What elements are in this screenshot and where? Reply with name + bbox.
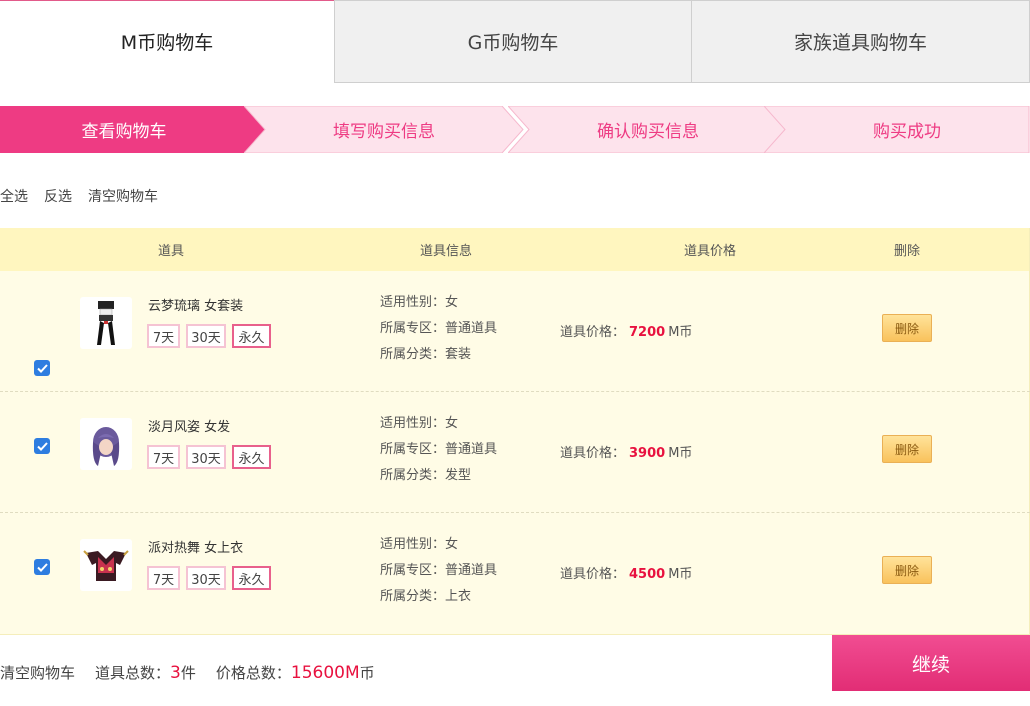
duration-options: 7天 30天 永久 <box>147 324 271 348</box>
price-value: 7200 <box>629 325 666 340</box>
check-icon <box>36 562 48 572</box>
tab-g-coin-cart[interactable]: G币购物车 <box>334 0 691 83</box>
header-item: 道具 <box>157 244 184 259</box>
duration-permanent[interactable]: 永久 <box>232 566 271 590</box>
duration-7-days[interactable]: 7天 <box>147 566 180 590</box>
duration-7-days[interactable]: 7天 <box>147 445 180 469</box>
table-row: 淡月风姿 女发 7天 30天 永久 适用性别：女 所属专区：普通道具 所属分类：… <box>0 392 1030 513</box>
item-info: 适用性别：女 所属专区：普通道具 所属分类：发型 <box>380 411 497 489</box>
item-name: 云梦琉璃 女套装 <box>148 299 244 314</box>
price-value: 4500 <box>629 567 666 582</box>
delete-button[interactable]: 删除 <box>882 314 932 342</box>
tab-m-coin-cart[interactable]: M币购物车 <box>0 0 334 83</box>
step-fill-info: 填写购买信息 <box>244 106 524 153</box>
step-label: 填写购买信息 <box>333 122 435 142</box>
duration-30-days[interactable]: 30天 <box>186 445 226 469</box>
invert-selection-link[interactable]: 反选 <box>44 186 72 206</box>
item-category: 所属分类：套装 <box>380 347 472 362</box>
total-price-value: 15600M <box>290 663 360 683</box>
item-count-label: 道具总数： <box>95 664 171 682</box>
item-zone: 所属专区：普通道具 <box>380 563 498 578</box>
price-unit: M币 <box>668 325 693 340</box>
delete-button[interactable]: 删除 <box>882 435 932 463</box>
top-icon <box>80 539 132 591</box>
row-checkbox[interactable] <box>34 559 50 575</box>
step-confirm-info: 确认购买信息 <box>508 106 788 153</box>
item-category: 所属分类：发型 <box>380 468 472 483</box>
price-unit: M币 <box>668 446 693 461</box>
step-label: 查看购物车 <box>81 122 167 142</box>
cart-table: 道具 道具信息 道具价格 删除 云梦琉璃 女套装 7天 30天 永久 适用性别： <box>0 228 1030 635</box>
table-header: 道具 道具信息 道具价格 删除 <box>0 228 1029 271</box>
duration-permanent[interactable]: 永久 <box>232 445 271 469</box>
checkout-steps: 查看购物车 填写购买信息 确认购买信息 购买成功 <box>0 106 1030 153</box>
item-info: 适用性别：女 所属专区：普通道具 所属分类：套装 <box>380 290 497 368</box>
step-purchase-success: 购买成功 <box>764 106 1030 153</box>
duration-options: 7天 30天 永久 <box>147 445 271 469</box>
outfit-icon <box>80 297 132 349</box>
step-view-cart: 查看购物车 <box>0 106 268 153</box>
check-icon <box>36 441 48 451</box>
item-gender: 适用性别：女 <box>380 416 459 431</box>
item-gender: 适用性别：女 <box>380 295 459 310</box>
tab-family-item-cart[interactable]: 家族道具购物车 <box>691 0 1030 83</box>
table-row: 云梦琉璃 女套装 7天 30天 永久 适用性别：女 所属专区：普通道具 所属分类… <box>0 271 1030 392</box>
item-price: 道具价格： 3900 M币 <box>560 442 692 461</box>
item-count-value: 3 <box>170 663 181 683</box>
continue-button[interactable]: 继续 <box>832 635 1030 691</box>
item-gender: 适用性别：女 <box>380 537 459 552</box>
clear-cart-link[interactable]: 清空购物车 <box>88 186 158 206</box>
header-delete: 删除 <box>893 244 920 259</box>
price-value: 3900 <box>629 446 666 461</box>
total-price-unit: 币 <box>359 664 375 682</box>
select-all-link[interactable]: 全选 <box>0 186 28 206</box>
price-unit: M币 <box>668 567 693 582</box>
price-label: 道具价格： <box>560 446 626 461</box>
hair-icon <box>80 418 132 470</box>
header-item-price: 道具价格 <box>683 244 736 259</box>
item-price: 道具价格： 7200 M币 <box>560 321 692 340</box>
item-count-unit: 件 <box>180 664 196 682</box>
item-name: 派对热舞 女上衣 <box>148 541 244 556</box>
duration-7-days[interactable]: 7天 <box>147 324 180 348</box>
duration-30-days[interactable]: 30天 <box>186 324 226 348</box>
cart-tabs: M币购物车 G币购物车 家族道具购物车 <box>0 0 1030 83</box>
item-zone: 所属专区：普通道具 <box>380 321 498 336</box>
check-icon <box>36 363 48 373</box>
item-zone: 所属专区：普通道具 <box>380 442 498 457</box>
step-label: 确认购买信息 <box>597 122 699 142</box>
item-category: 所属分类：上衣 <box>380 589 472 604</box>
duration-options: 7天 30天 永久 <box>147 566 271 590</box>
footer-clear-cart-link[interactable]: 清空购物车 <box>0 662 75 683</box>
header-item-info: 道具信息 <box>419 244 472 259</box>
item-price: 道具价格： 4500 M币 <box>560 563 692 582</box>
total-price-label: 价格总数： <box>215 664 291 682</box>
duration-30-days[interactable]: 30天 <box>186 566 226 590</box>
price-label: 道具价格： <box>560 325 626 340</box>
row-checkbox[interactable] <box>34 438 50 454</box>
step-label: 购买成功 <box>873 122 941 142</box>
duration-permanent[interactable]: 永久 <box>232 324 271 348</box>
price-label: 道具价格： <box>560 567 626 582</box>
item-name: 淡月风姿 女发 <box>148 420 231 435</box>
row-checkbox[interactable] <box>34 360 50 376</box>
cart-summary: 清空购物车 道具总数： 3 件 价格总数： 15600M 币 <box>0 662 375 683</box>
table-row: 派对热舞 女上衣 7天 30天 永久 适用性别：女 所属专区：普通道具 所属分类… <box>0 513 1030 634</box>
selection-tools: 全选 反选 清空购物车 <box>0 186 158 206</box>
item-info: 适用性别：女 所属专区：普通道具 所属分类：上衣 <box>380 532 497 610</box>
delete-button[interactable]: 删除 <box>882 556 932 584</box>
